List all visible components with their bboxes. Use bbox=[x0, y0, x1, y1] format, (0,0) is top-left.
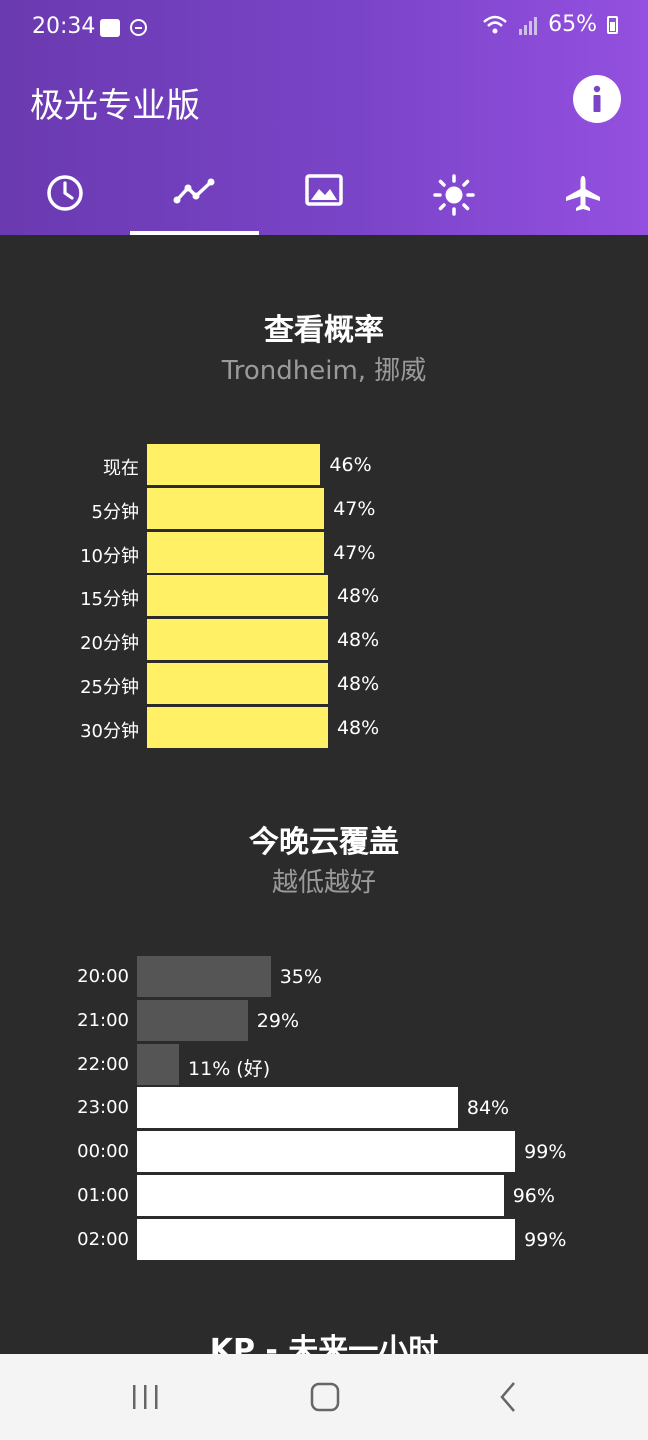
tab-clock[interactable] bbox=[0, 150, 130, 235]
bar-value: 84% bbox=[466, 1097, 510, 1120]
bar-value: 29% bbox=[256, 1009, 299, 1032]
app-header: 20:34 65% 极光专业版 bbox=[0, 0, 648, 235]
dnd-icon bbox=[130, 19, 147, 36]
clock-icon bbox=[47, 175, 83, 211]
bar bbox=[137, 956, 271, 997]
probability-title: 查看概率 bbox=[264, 313, 384, 348]
bar-value: 47% bbox=[333, 541, 376, 564]
bar-value: 47% bbox=[333, 497, 376, 520]
tab-image[interactable] bbox=[259, 150, 389, 235]
bar-value: 48% bbox=[336, 629, 380, 652]
battery-icon bbox=[607, 15, 618, 34]
bar-value: 48% bbox=[336, 673, 380, 695]
bar-value: 46% bbox=[329, 454, 372, 476]
row-label: 30分钟 bbox=[80, 720, 139, 742]
row-label: 22:00 bbox=[77, 1053, 129, 1075]
home-icon bbox=[310, 1382, 340, 1412]
status-bar: 20:34 65% bbox=[0, 0, 648, 48]
bar-value: 11% (好) bbox=[188, 1057, 271, 1080]
row-label: 21:00 bbox=[77, 1009, 129, 1031]
bar bbox=[147, 706, 328, 748]
back-icon bbox=[500, 1382, 515, 1412]
probability-location: Trondheim, 挪威 bbox=[221, 356, 427, 386]
bar bbox=[147, 531, 325, 573]
row-label: 15分钟 bbox=[80, 589, 139, 611]
back-button[interactable] bbox=[478, 1354, 538, 1440]
system-nav-bar bbox=[0, 1354, 648, 1440]
bar-value: 99% bbox=[524, 1141, 567, 1164]
bar bbox=[137, 1131, 516, 1173]
bar bbox=[147, 619, 328, 661]
row-label: 5分钟 bbox=[91, 501, 139, 523]
bar-value: 99% bbox=[524, 1228, 567, 1251]
tab-airplane[interactable] bbox=[518, 150, 648, 235]
bar bbox=[137, 1175, 504, 1216]
bar bbox=[137, 1218, 516, 1260]
recent-apps-button[interactable] bbox=[115, 1354, 175, 1440]
row-label: 20分钟 bbox=[80, 633, 139, 655]
app-title: 极光专业版 bbox=[30, 86, 200, 126]
status-time: 20:34 bbox=[32, 14, 96, 39]
row-label: 25分钟 bbox=[80, 677, 139, 698]
bar-value: 48% bbox=[336, 585, 380, 608]
row-label: 00:00 bbox=[77, 1141, 129, 1163]
bar bbox=[147, 663, 328, 704]
row-label: 10分钟 bbox=[80, 545, 139, 567]
row-label: 23:00 bbox=[77, 1097, 129, 1119]
image-icon bbox=[305, 174, 343, 206]
home-button[interactable] bbox=[295, 1354, 355, 1440]
bar bbox=[137, 1043, 180, 1085]
cloud-cover-subtitle: 越低越好 bbox=[271, 868, 376, 898]
tab-bar bbox=[0, 150, 648, 235]
row-label: 01:00 bbox=[77, 1185, 129, 1206]
info-icon bbox=[593, 85, 601, 112]
bar-value: 96% bbox=[512, 1185, 555, 1207]
airplane-icon bbox=[566, 176, 601, 211]
sun-icon bbox=[432, 174, 475, 216]
bar-value: 48% bbox=[336, 716, 380, 739]
bar bbox=[137, 999, 248, 1041]
row-label: 02:00 bbox=[77, 1228, 129, 1250]
signal-icon bbox=[519, 16, 538, 35]
row-label: 现在 bbox=[103, 458, 139, 479]
row-label: 20:00 bbox=[77, 966, 129, 987]
bar bbox=[147, 444, 321, 485]
tab-sun[interactable] bbox=[389, 150, 519, 235]
tab-chart[interactable] bbox=[129, 150, 260, 235]
info-button[interactable] bbox=[573, 75, 621, 123]
bar bbox=[147, 487, 325, 529]
bar bbox=[137, 1087, 458, 1129]
cloud-cover-title: 今晚云覆盖 bbox=[249, 825, 399, 860]
gallery-notification-icon bbox=[100, 19, 120, 37]
wifi-icon bbox=[483, 15, 507, 33]
bar-value: 35% bbox=[279, 966, 322, 988]
bar bbox=[147, 575, 328, 617]
chart-line-icon bbox=[173, 178, 215, 204]
recent-apps-icon bbox=[133, 1385, 158, 1409]
battery-percent: 65% bbox=[548, 12, 597, 37]
